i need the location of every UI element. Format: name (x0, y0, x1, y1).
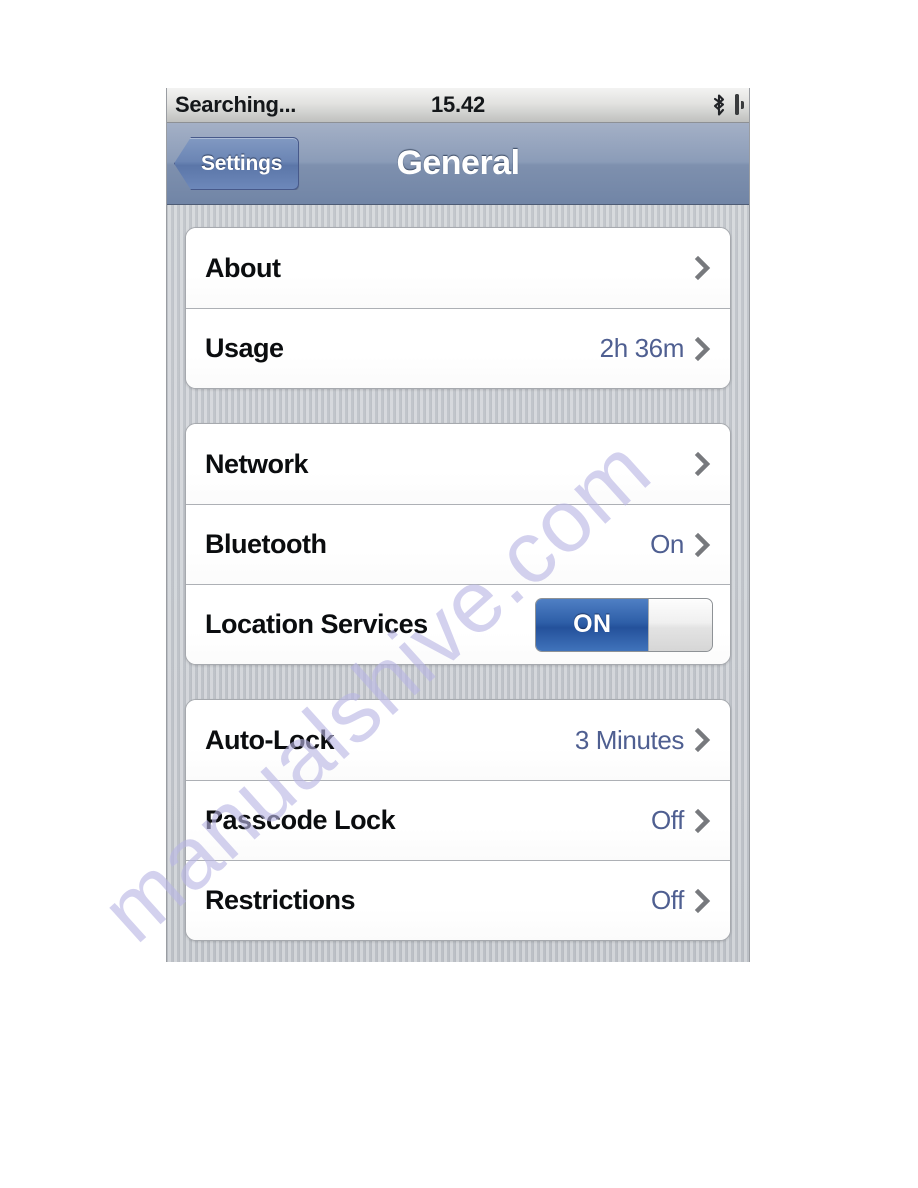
chevron-right-icon (693, 807, 713, 835)
list-item-accessory: Off (651, 805, 713, 836)
list-item-accessory: ON (535, 597, 713, 652)
settings-group: Network Bluetooth On Location Services O… (185, 423, 731, 665)
list-item-label: Network (205, 448, 309, 479)
list-item-value: On (650, 529, 684, 559)
list-item-accessory (684, 254, 713, 282)
chevron-right-icon (693, 887, 713, 915)
list-item-bluetooth[interactable]: Bluetooth On (186, 504, 730, 584)
list-item-passcode-lock[interactable]: Passcode Lock Off (186, 780, 730, 860)
carrier-status-label: Searching... (175, 92, 297, 117)
list-item-label: Restrictions (205, 885, 356, 915)
list-item-about[interactable]: About (186, 228, 730, 308)
list-item-value: Off (650, 885, 684, 915)
list-item-value: 3 Minutes (574, 724, 685, 755)
status-bar: Searching... 15.42 (167, 88, 749, 123)
chevron-right-icon (693, 450, 713, 478)
list-item-usage[interactable]: Usage 2h 36m (186, 308, 730, 388)
list-item-label: Passcode Lock (205, 805, 396, 835)
list-item-label: Auto-Lock (205, 724, 334, 755)
list-item-location-services[interactable]: Location Services ON (186, 584, 730, 664)
list-item-value: Off (650, 805, 684, 835)
list-item-auto-lock[interactable]: Auto-Lock 3 Minutes (186, 700, 730, 780)
list-item-network[interactable]: Network (186, 424, 730, 504)
list-item-label: Bluetooth (205, 529, 327, 559)
list-item-accessory: 2h 36m (600, 333, 713, 364)
navigation-bar: Settings General (167, 123, 749, 205)
list-item-accessory: 3 Minutes (575, 725, 713, 756)
bluetooth-icon (710, 93, 728, 117)
list-item-label: Location Services (205, 609, 428, 639)
list-item-restrictions[interactable]: Restrictions Off (186, 860, 730, 940)
chevron-right-icon (693, 254, 713, 282)
list-item-accessory: Off (651, 885, 713, 916)
list-item-value: 2h 36m (599, 333, 685, 363)
settings-group: Auto-Lock 3 Minutes Passcode Lock Off Re… (185, 699, 731, 941)
settings-list: About Usage 2h 36m Network Bluetooth On … (167, 205, 749, 941)
list-item-accessory: On (650, 529, 713, 560)
battery-icon (735, 94, 744, 115)
phone-screen: Searching... 15.42 Settings General Abou… (166, 88, 750, 962)
toggle-knob[interactable] (647, 598, 712, 651)
toggle-state-label: ON (573, 610, 612, 638)
location-services-toggle[interactable]: ON (535, 597, 713, 652)
list-item-label: Usage (205, 333, 284, 363)
status-bar-indicators (710, 93, 744, 117)
back-button-settings[interactable]: Settings (174, 137, 300, 190)
chevron-right-icon (693, 531, 713, 559)
settings-group: About Usage 2h 36m (185, 227, 731, 389)
back-button-label: Settings (201, 151, 283, 175)
list-item-accessory (684, 450, 713, 478)
list-item-label: About (205, 252, 281, 283)
chevron-right-icon (693, 726, 713, 754)
chevron-right-icon (693, 335, 713, 363)
